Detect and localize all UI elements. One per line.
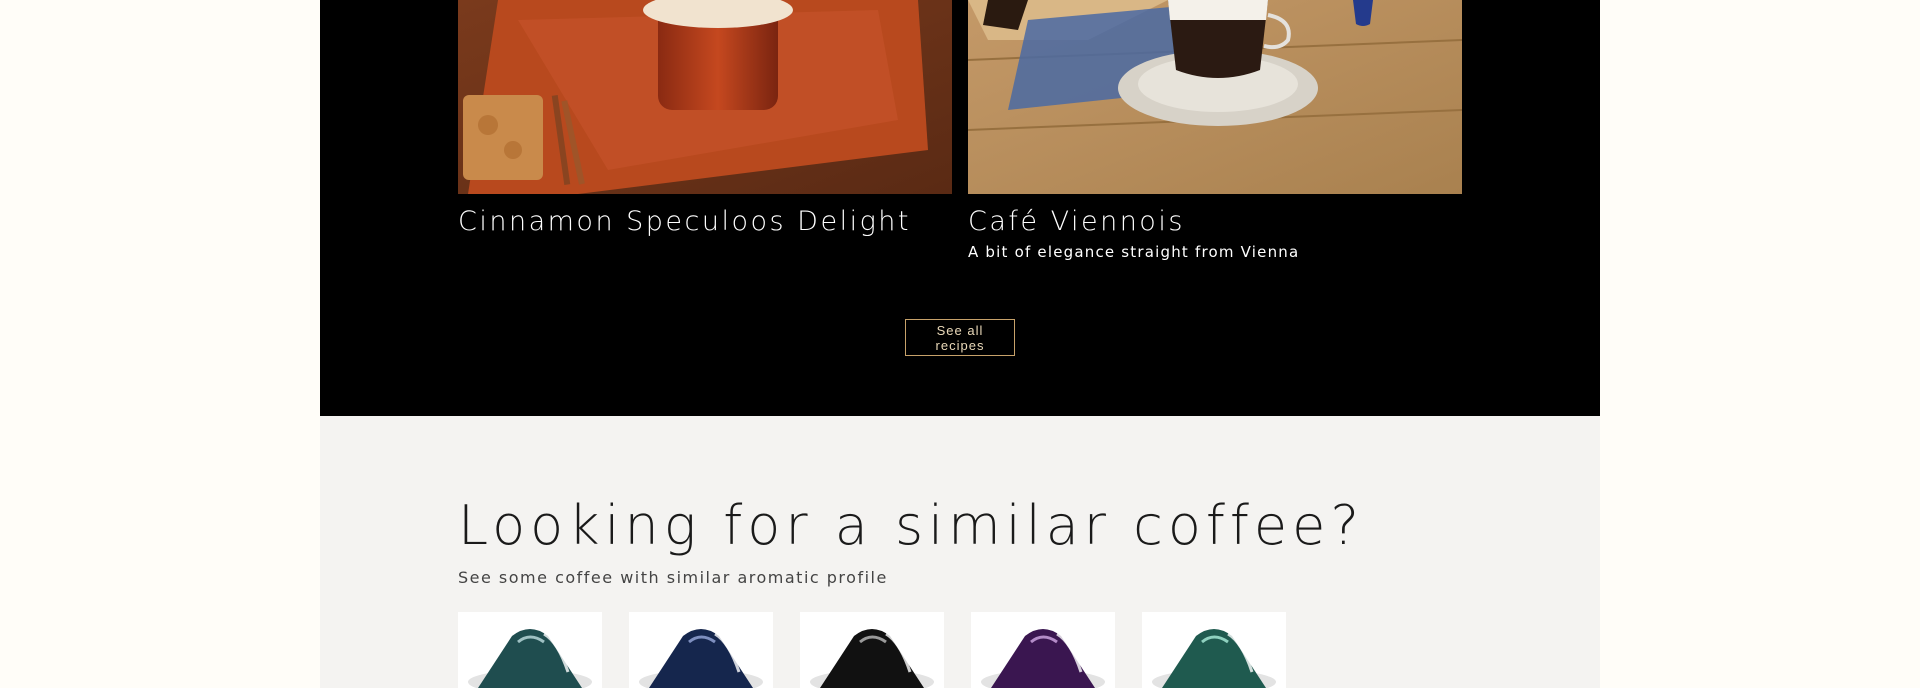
capsule-card[interactable] xyxy=(800,612,944,688)
capsule-icon xyxy=(468,629,592,688)
capsule-icon xyxy=(981,629,1105,688)
section-heading: Looking for a similar coffee? xyxy=(458,494,1365,557)
capsule-icon xyxy=(639,629,763,688)
capsule-icon xyxy=(810,629,934,688)
recipe-card-cinnamon[interactable]: Cinnamon Speculoos Delight xyxy=(458,0,952,237)
cafe-viennois-image xyxy=(968,0,1462,194)
recipe-card-viennois[interactable]: Café Viennois A bit of elegance straight… xyxy=(968,0,1462,261)
recipe-subtitle: A bit of elegance straight from Vienna xyxy=(968,243,1300,261)
capsule-card[interactable] xyxy=(971,612,1115,688)
see-all-recipes-button[interactable]: See all recipes xyxy=(905,319,1015,356)
capsule-icon xyxy=(1152,629,1276,688)
capsule-card[interactable] xyxy=(629,612,773,688)
capsule-card[interactable] xyxy=(1142,612,1286,688)
recipe-photo-viennois[interactable] xyxy=(968,0,1462,194)
section-subheading: See some coffee with similar aromatic pr… xyxy=(458,568,888,587)
recipe-title[interactable]: Cinnamon Speculoos Delight xyxy=(458,206,911,237)
recipe-photo-cinnamon[interactable] xyxy=(458,0,952,194)
recipe-title[interactable]: Café Viennois xyxy=(968,206,1185,237)
cinnamon-drink-image xyxy=(458,0,952,194)
capsule-card[interactable] xyxy=(458,612,602,688)
page: Cinnamon Speculoos Delight Café Viennois… xyxy=(320,0,1600,688)
recipes-section: Cinnamon Speculoos Delight Café Viennois… xyxy=(320,0,1600,416)
similar-coffee-section: Looking for a similar coffee? See some c… xyxy=(320,416,1600,688)
